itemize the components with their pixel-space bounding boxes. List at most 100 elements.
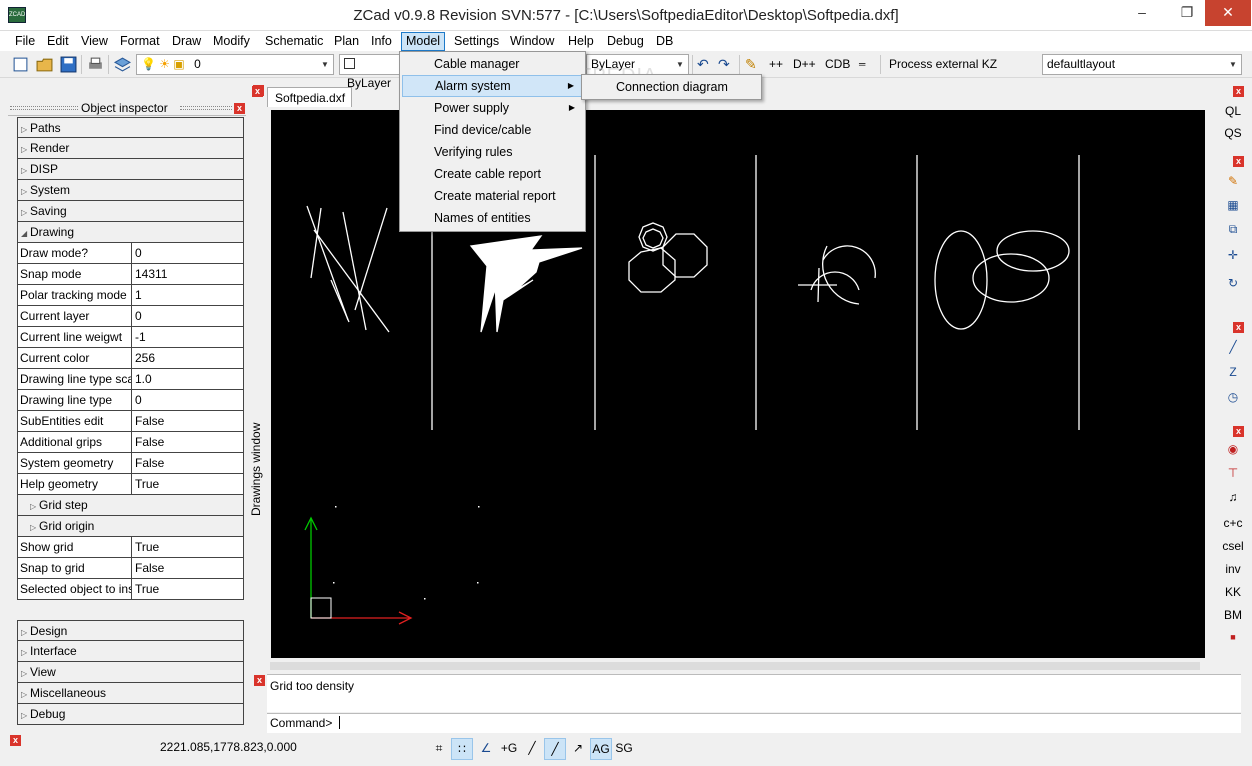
close-toolbar-icon[interactable]: x	[1233, 426, 1244, 437]
ag-button[interactable]: AG	[590, 738, 612, 760]
command-input[interactable]	[338, 716, 340, 729]
property-row[interactable]: Selected object to inspectorTrue	[17, 579, 244, 600]
section-drawing[interactable]: ◢ Drawing	[17, 222, 244, 243]
subsection-grid-step[interactable]: ▷ Grid step	[17, 495, 244, 516]
section-interface[interactable]: ▷ Interface	[17, 641, 244, 662]
ql-button[interactable]: QL	[1218, 100, 1248, 122]
menu-settings[interactable]: Settings	[454, 33, 499, 50]
property-row[interactable]: Drawing line type 0	[17, 390, 244, 411]
close-toolbar-icon[interactable]: x	[1233, 156, 1244, 167]
sg-button[interactable]: SG	[613, 738, 635, 760]
menu-model[interactable]: Model	[401, 32, 446, 51]
menu-window[interactable]: Window	[510, 33, 554, 50]
csel-button[interactable]: csel	[1218, 535, 1248, 557]
close-status-icon[interactable]: x	[10, 735, 21, 746]
menu-view[interactable]: View	[81, 33, 108, 50]
tab-softpedia-dxf[interactable]: Softpedia.dxf	[267, 87, 352, 108]
cc-button[interactable]: c+c	[1218, 512, 1248, 534]
subsection-grid-origin[interactable]: ▷ Grid origin	[17, 516, 244, 537]
section-debug[interactable]: ▷ Debug	[17, 704, 244, 725]
redo-icon[interactable]: ↷	[718, 56, 730, 73]
property-row[interactable]: Draw mode? 0	[17, 243, 244, 264]
section-system[interactable]: ▷ System	[17, 180, 244, 201]
section-saving[interactable]: ▷ Saving	[17, 201, 244, 222]
scale-icon[interactable]: ▦	[1218, 194, 1248, 216]
grid-dots-icon[interactable]: ∷	[451, 738, 473, 760]
layers-icon[interactable]	[114, 56, 131, 73]
polar-icon[interactable]: ╱	[544, 738, 566, 760]
command-line[interactable]: Command>	[267, 713, 1241, 733]
cable-icon[interactable]: ⊤	[1218, 462, 1248, 484]
section-render[interactable]: ▷ Render	[17, 138, 244, 159]
layer-combo[interactable]: 💡 ☀ ▣ 0 ▼	[136, 54, 334, 75]
print-icon[interactable]	[87, 56, 104, 73]
menu-format[interactable]: Format	[120, 33, 160, 50]
kk-button[interactable]: KK	[1218, 581, 1248, 603]
drawings-window-tab[interactable]: x Drawings window	[249, 86, 266, 666]
menu-info[interactable]: Info	[371, 33, 392, 50]
menu-item-connection-diagram[interactable]: Connection diagram	[584, 76, 759, 98]
menu-debug[interactable]: Debug	[607, 33, 644, 50]
open-folder-icon[interactable]	[36, 56, 53, 73]
plus-plus-button[interactable]: ++	[769, 56, 783, 73]
section-miscellaneous[interactable]: ▷ Miscellaneous	[17, 683, 244, 704]
close-toolbar-icon[interactable]: x	[1233, 86, 1244, 97]
ortho-icon[interactable]: ∠	[475, 738, 497, 760]
marker-icon[interactable]: ■	[1218, 626, 1248, 648]
d-plus-plus-button[interactable]: D++	[793, 56, 816, 73]
menu-schematic[interactable]: Schematic	[265, 33, 323, 50]
cdb-button[interactable]: CDB	[825, 56, 850, 73]
device-icon[interactable]: ◉	[1218, 438, 1248, 460]
property-row[interactable]: Show grid True	[17, 537, 244, 558]
menu-help[interactable]: Help	[568, 33, 594, 50]
ruler-icon[interactable]: ═	[859, 56, 865, 73]
menu-modify[interactable]: Modify	[213, 33, 250, 50]
undo-icon[interactable]: ↶	[697, 56, 709, 73]
menu-file[interactable]: File	[15, 33, 35, 50]
menu-item-verifying-rules[interactable]: Verifying rules	[402, 141, 583, 163]
menu-item-cable-manager[interactable]: Cable manager	[402, 53, 583, 75]
menu-item-create-material-report[interactable]: Create material report	[402, 185, 583, 207]
object-snap-icon[interactable]: ↗	[567, 738, 589, 760]
property-row[interactable]: Current color 256	[17, 348, 244, 369]
minimize-button[interactable]: –	[1125, 0, 1159, 26]
move-icon[interactable]: ✛	[1218, 244, 1248, 266]
menu-item-power-supply[interactable]: Power supply ▶	[402, 97, 583, 119]
copy-icon[interactable]: ⧉	[1218, 218, 1248, 240]
qs-button[interactable]: QS	[1218, 122, 1248, 144]
rotate-icon[interactable]: ↻	[1218, 272, 1248, 294]
inv-button[interactable]: inv	[1218, 558, 1248, 580]
menu-item-alarm-system[interactable]: Alarm system ▶	[402, 75, 583, 97]
property-row[interactable]: Drawing line type scale1.0	[17, 369, 244, 390]
section-paths[interactable]: ▷ Paths	[17, 117, 244, 138]
save-icon[interactable]	[60, 56, 77, 73]
pencil-icon[interactable]: ✎	[745, 56, 757, 73]
grid-snap-icon[interactable]: ⌗	[428, 738, 450, 760]
maximize-button[interactable]: ❐	[1170, 0, 1204, 26]
menu-plan[interactable]: Plan	[334, 33, 359, 50]
menu-edit[interactable]: Edit	[47, 33, 69, 50]
menu-item-create-cable-report[interactable]: Create cable report	[402, 163, 583, 185]
process-external-button[interactable]: Process external KZ	[889, 56, 997, 73]
property-row[interactable]: Polar tracking mode 1	[17, 285, 244, 306]
property-row[interactable]: System geometry False	[17, 453, 244, 474]
property-row[interactable]: Current line weigwt -1	[17, 327, 244, 348]
polyline-icon[interactable]: Z	[1218, 361, 1248, 383]
section-view[interactable]: ▷ View	[17, 662, 244, 683]
menu-item-names-of-entities[interactable]: Names of entities	[402, 207, 583, 229]
connector-icon[interactable]: ♫	[1218, 486, 1248, 508]
chevron-down-icon[interactable]: ▼	[1225, 55, 1241, 74]
close-output-icon[interactable]: x	[254, 675, 265, 686]
line-icon[interactable]: ╱	[1218, 336, 1248, 358]
circle-icon[interactable]: ◷	[1218, 386, 1248, 408]
layout-combo[interactable]: defaultlayout ▼	[1042, 54, 1242, 75]
close-toolbar-icon[interactable]: x	[1233, 322, 1244, 333]
edit-icon[interactable]: ✎	[1218, 170, 1248, 192]
new-file-icon[interactable]	[12, 56, 29, 73]
plus-g-button[interactable]: +G	[498, 738, 520, 760]
property-row[interactable]: Snap mode 14311	[17, 264, 244, 285]
section-design[interactable]: ▷ Design	[17, 620, 244, 641]
close-button[interactable]: ✕	[1205, 0, 1251, 26]
property-row[interactable]: Help geometry True	[17, 474, 244, 495]
menu-draw[interactable]: Draw	[172, 33, 201, 50]
